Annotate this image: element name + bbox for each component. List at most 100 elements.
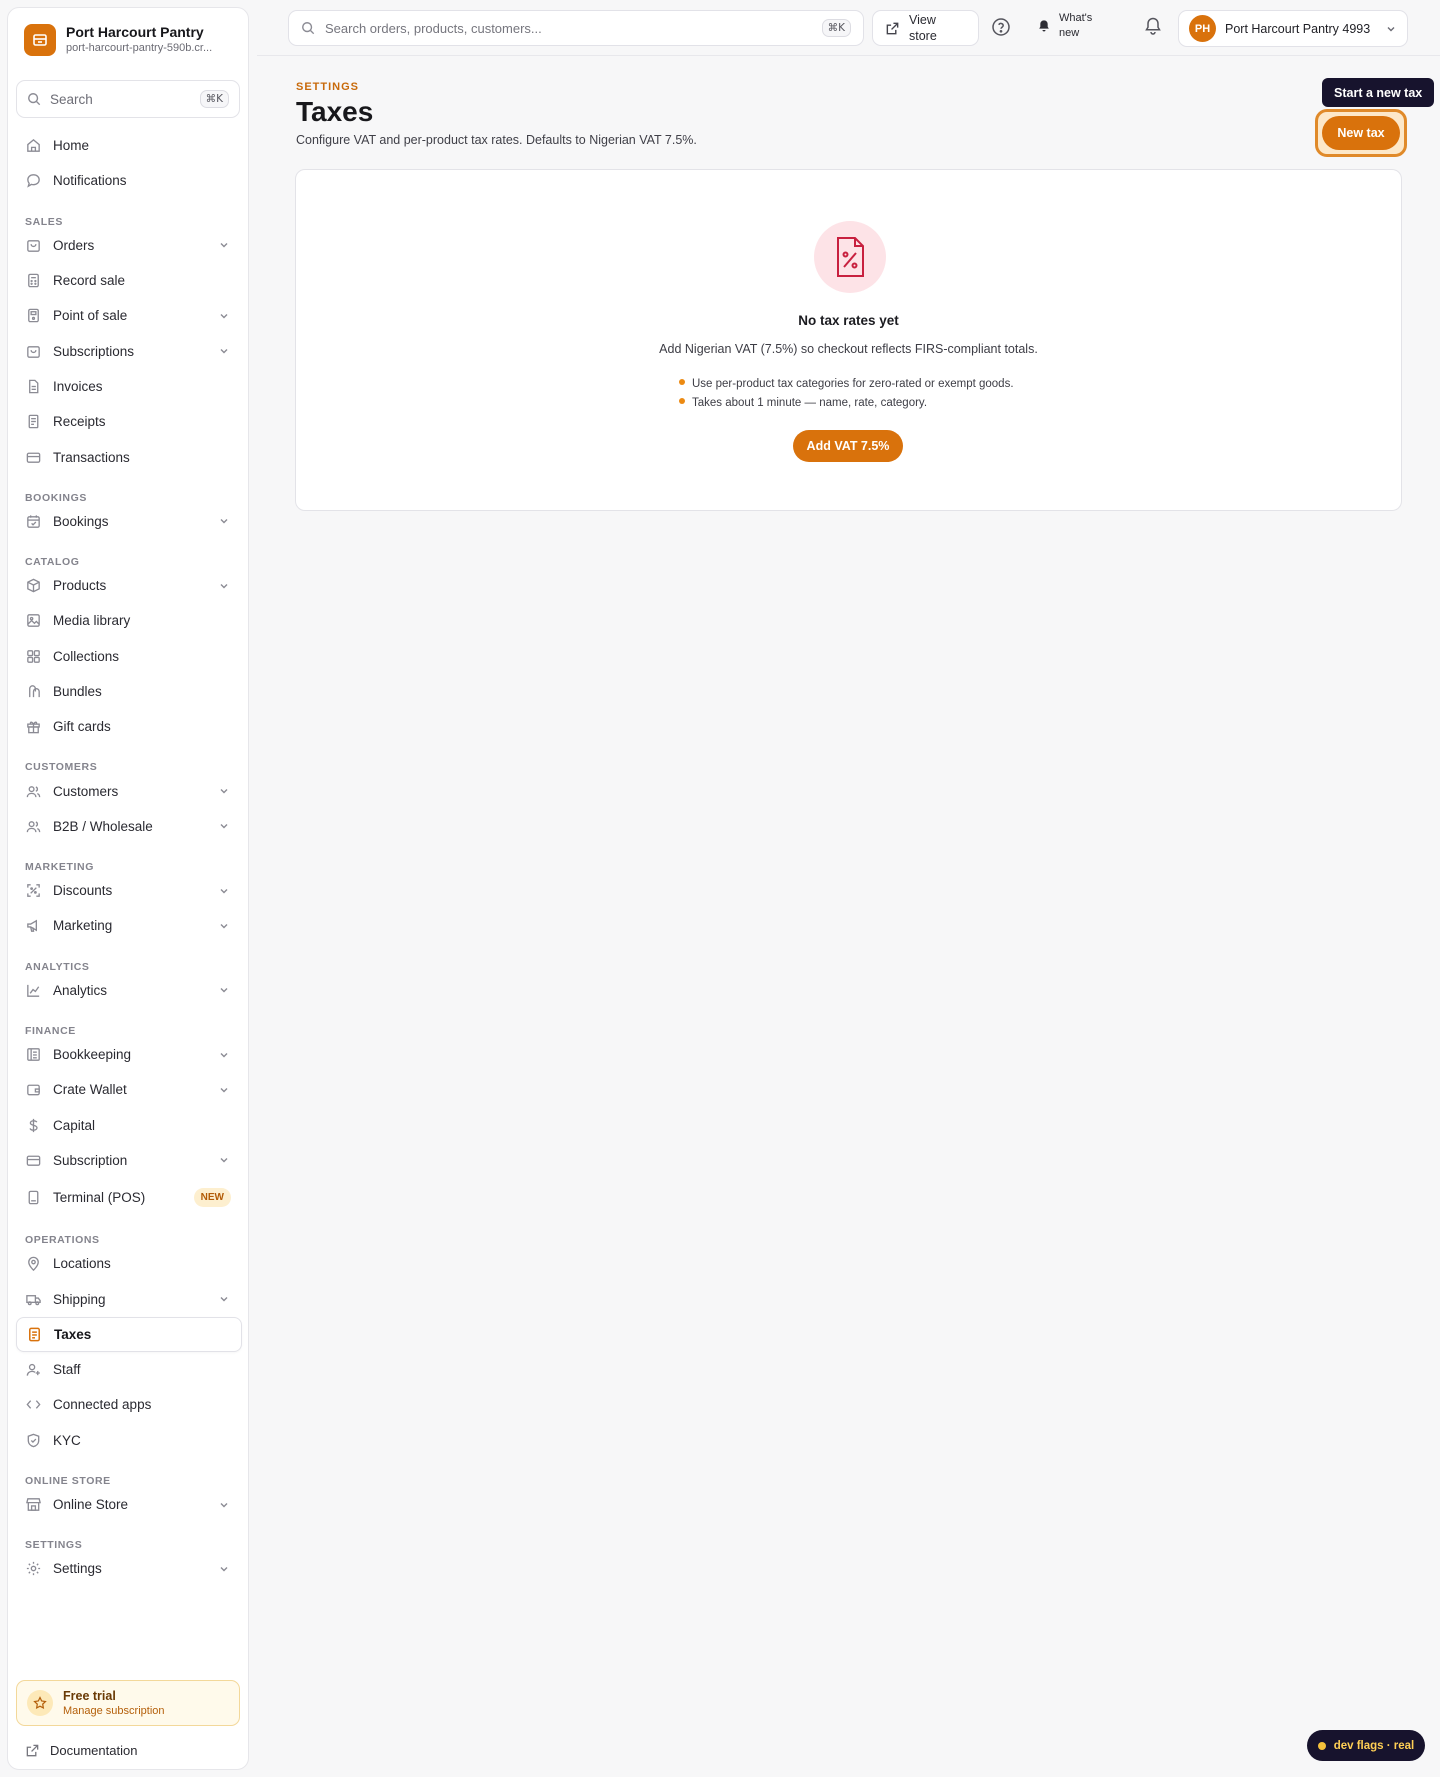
breadcrumb: SETTINGS	[296, 81, 360, 93]
sidebar-item-connected-apps[interactable]: Connected apps	[16, 1387, 242, 1422]
free-trial-card[interactable]: Free trial Manage subscription	[16, 1680, 240, 1726]
store-logo-icon	[24, 24, 56, 56]
sidebar-item-notifications[interactable]: Notifications	[16, 163, 242, 198]
avatar: PH	[1189, 15, 1216, 42]
chevron-down-icon	[220, 1566, 228, 1572]
sidebar-item-label: Bookings	[53, 513, 109, 529]
documentation-link[interactable]: Documentation	[25, 1743, 137, 1758]
sidebar-item-label: B2B / Wholesale	[53, 818, 153, 834]
sidebar-item-bundles[interactable]: Bundles	[16, 674, 242, 709]
credit-card-icon	[26, 452, 41, 463]
chevron-down-icon	[220, 988, 228, 993]
view-store-button[interactable]: View store	[872, 10, 979, 46]
box-icon	[27, 578, 40, 593]
manage-subscription-link[interactable]: Manage subscription	[63, 1704, 165, 1718]
bullet-dot	[679, 397, 685, 404]
status-dot	[1317, 1741, 1326, 1750]
sidebar-item-terminal-pos[interactable]: Terminal (POS) NEW	[16, 1178, 242, 1217]
sidebar-item-transactions[interactable]: Transactions	[16, 439, 242, 474]
sidebar-item-settings[interactable]: Settings	[16, 1551, 242, 1586]
chevron-down-icon	[220, 824, 228, 829]
sidebar-item-label: Capital	[53, 1117, 96, 1133]
sidebar-item-taxes[interactable]: Taxes	[16, 1316, 242, 1353]
sidebar-item-orders[interactable]: Orders	[16, 228, 242, 263]
sidebar-item-customers[interactable]: Customers	[16, 773, 242, 808]
sidebar-item-analytics[interactable]: Analytics	[16, 973, 242, 1008]
new-tax-button[interactable]: New tax	[1322, 116, 1400, 150]
nav-section-customers: CUSTOMERS	[25, 761, 98, 774]
shield-check-icon	[27, 1433, 40, 1448]
sidebar-item-subscription[interactable]: Subscription	[16, 1143, 242, 1178]
account-name: Port Harcourt Pantry 4993	[1225, 21, 1371, 36]
nav-section-catalog: CATALOG	[25, 555, 80, 568]
sidebar-item-media-library[interactable]: Media library	[16, 603, 242, 638]
calendar-icon	[27, 515, 40, 528]
sidebar-nav: Home Notifications SALES Orders Record s…	[16, 128, 242, 1587]
bell-filled-icon	[1039, 20, 1049, 32]
sidebar-item-label: Bundles	[53, 684, 102, 699]
store-name: Port Harcourt Pantry	[66, 24, 204, 40]
sidebar-item-gift-cards[interactable]: Gift cards	[16, 709, 242, 744]
sidebar-item-invoices[interactable]: Invoices	[16, 369, 242, 404]
map-pin-icon	[28, 1257, 39, 1272]
sidebar-item-label: Invoices	[53, 378, 103, 394]
account-menu-button[interactable]: PH Port Harcourt Pantry 4993	[1178, 10, 1408, 47]
sidebar-item-label: Receipts	[53, 414, 106, 430]
gear-icon	[26, 1562, 41, 1576]
sidebar-search-shortcut: ⌘K	[199, 90, 229, 108]
chevron-down-icon	[220, 1087, 228, 1093]
sidebar-item-locations[interactable]: Locations	[16, 1246, 242, 1281]
sidebar-item-label: Locations	[53, 1256, 111, 1272]
sidebar-item-discounts[interactable]: Discounts	[16, 873, 242, 908]
nav-section-online-store: ONLINE STORE	[25, 1474, 111, 1487]
bag-icon	[27, 345, 40, 358]
bundle-icon	[29, 685, 40, 698]
line-chart-icon	[27, 984, 40, 997]
nav-section-settings: SETTINGS	[25, 1539, 83, 1552]
megaphone-icon	[27, 920, 37, 933]
sidebar-item-label: Notifications	[53, 173, 127, 189]
sidebar-item-b2b-wholesale[interactable]: B2B / Wholesale	[16, 809, 242, 844]
top-bar: Search orders, products, customers... ⌘K…	[257, 0, 1440, 56]
sidebar-item-staff[interactable]: Staff	[16, 1352, 242, 1387]
sidebar-item-record-sale[interactable]: Record sale	[16, 263, 242, 298]
discount-icon	[27, 884, 40, 898]
search-icon	[28, 93, 41, 106]
sidebar-item-capital[interactable]: Capital	[16, 1108, 242, 1143]
global-search-input[interactable]: Search orders, products, customers... ⌘K	[288, 10, 864, 46]
document-icon	[29, 379, 39, 394]
sidebar-item-label: Gift cards	[53, 719, 111, 735]
dev-flags-label: dev flags · real	[1333, 1739, 1415, 1752]
sidebar-item-receipts[interactable]: Receipts	[16, 404, 242, 439]
whats-new-button[interactable]: What's new	[1037, 11, 1105, 41]
search-placeholder: Search orders, products, customers...	[325, 20, 542, 36]
sidebar-item-collections[interactable]: Collections	[16, 639, 242, 674]
notifications-button[interactable]	[1143, 16, 1165, 38]
store-switcher[interactable]: Port Harcourt Pantry port-harcourt-pantr…	[24, 24, 239, 56]
receipt-icon	[28, 414, 39, 429]
sidebar-item-kyc[interactable]: KYC	[16, 1423, 242, 1458]
sidebar-search[interactable]: Search ⌘K	[16, 80, 240, 118]
new-badge: NEW	[193, 1188, 231, 1208]
sidebar-item-shipping[interactable]: Shipping	[16, 1281, 242, 1316]
empty-state-title: No tax rates yet	[798, 313, 899, 328]
sidebar-item-subscriptions[interactable]: Subscriptions	[16, 333, 242, 368]
sidebar-item-products[interactable]: Products	[16, 568, 242, 603]
storefront-icon	[26, 1498, 41, 1511]
help-button[interactable]	[991, 17, 1013, 39]
sidebar-item-online-store[interactable]: Online Store	[16, 1487, 242, 1522]
new-tax-tooltip: Start a new tax	[1322, 78, 1435, 107]
pos-terminal-icon	[28, 309, 39, 323]
sidebar-item-label: Transactions	[53, 449, 130, 465]
sidebar-item-marketing[interactable]: Marketing	[16, 908, 242, 943]
sidebar-item-bookings[interactable]: Bookings	[16, 504, 242, 539]
sidebar-item-point-of-sale[interactable]: Point of sale	[16, 298, 242, 333]
nav-section-analytics: ANALYTICS	[25, 960, 90, 973]
star-icon	[27, 1690, 53, 1716]
sidebar-item-home[interactable]: Home	[16, 128, 242, 163]
dev-flags-pill[interactable]: dev flags · real	[1307, 1730, 1425, 1761]
bell-icon	[1145, 17, 1161, 35]
add-vat-button[interactable]: Add VAT 7.5%	[793, 430, 903, 462]
sidebar-item-crate-wallet[interactable]: Crate Wallet	[16, 1072, 242, 1107]
sidebar-item-bookkeeping[interactable]: Bookkeeping	[16, 1037, 242, 1072]
